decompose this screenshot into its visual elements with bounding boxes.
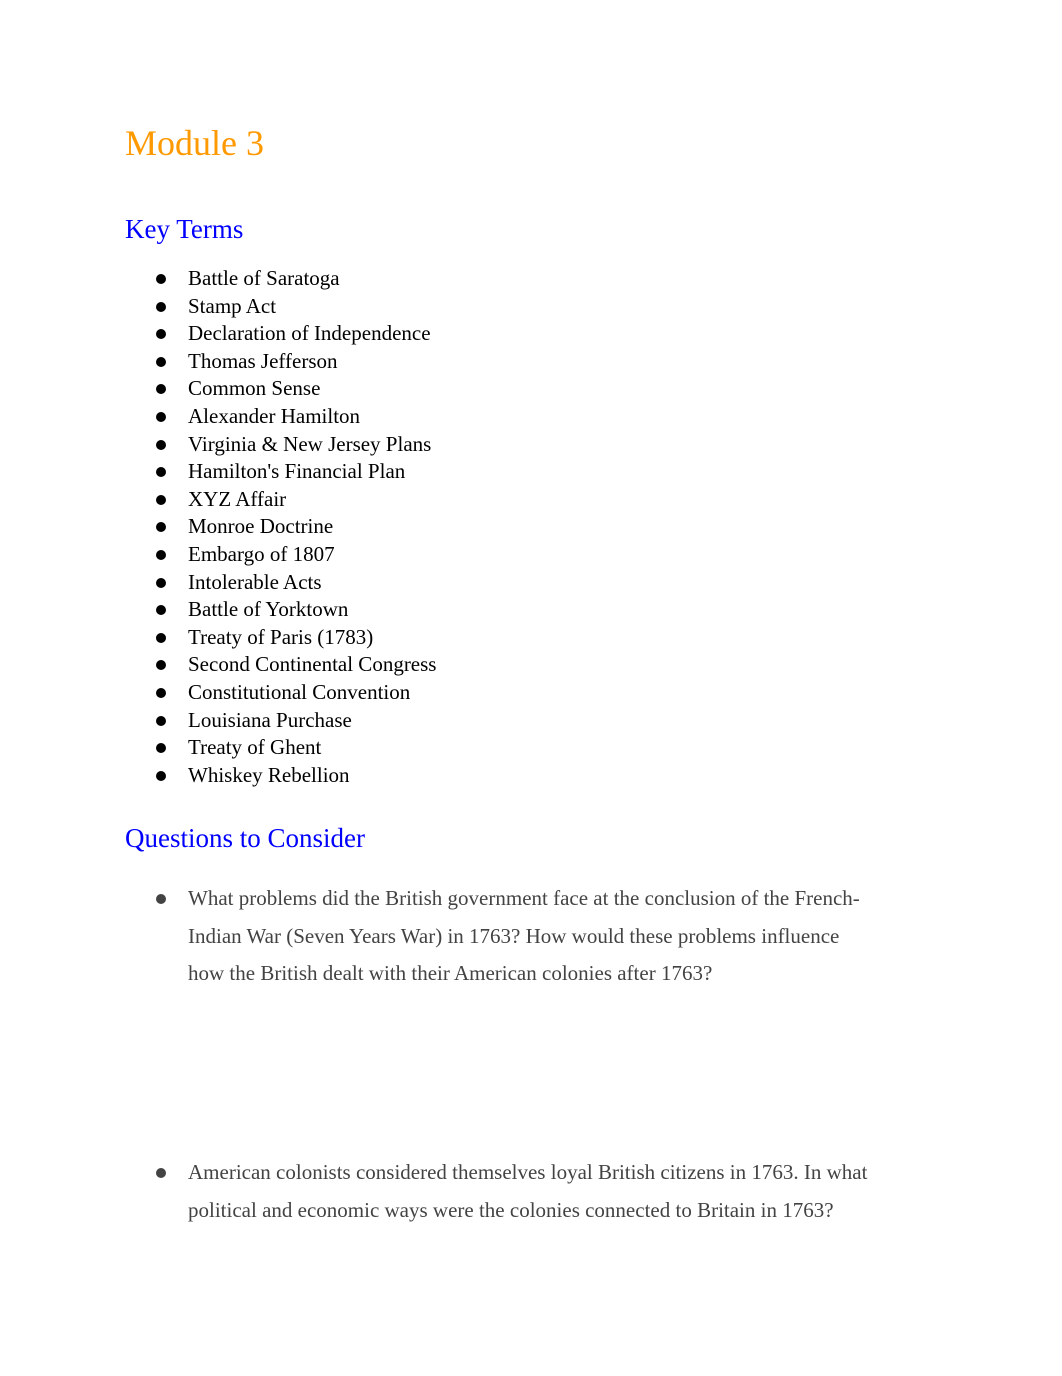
key-term-text: Embargo of 1807 — [188, 541, 335, 566]
key-terms-heading: Key Terms — [125, 214, 244, 244]
key-term-text: Hamilton's Financial Plan — [188, 459, 406, 484]
question-text: American colonists considered themselves… — [188, 1160, 868, 1222]
key-term-text: Thomas Jefferson — [188, 348, 338, 373]
bullet-icon — [156, 356, 166, 367]
key-term-text: Alexander Hamilton — [188, 403, 361, 428]
key-term-text: Louisiana Purchase — [188, 707, 352, 732]
key-term-text: Intolerable Acts — [188, 569, 322, 594]
key-term-text: Declaration of Independence — [188, 321, 431, 346]
bullet-icon — [156, 274, 166, 284]
bullet-icon — [156, 549, 166, 560]
bullet-icon — [156, 715, 166, 726]
bullet-icon — [156, 632, 166, 643]
key-term-text: Second Continental Congress — [188, 652, 437, 677]
key-term-text: Stamp Act — [188, 293, 277, 318]
question-text: What problems did the British government… — [188, 886, 860, 985]
key-term-text: Treaty of Paris (1783) — [188, 624, 374, 649]
bullet-icon — [156, 522, 166, 533]
bullet-icon — [156, 577, 166, 588]
document-page: Module 3 Key Terms Battle of Saratoga Sta… — [0, 0, 1062, 1376]
key-term-text: Battle of Yorktown — [188, 597, 349, 622]
bullet-icon — [156, 770, 166, 781]
bullet-icon — [156, 687, 166, 698]
key-term-text: XYZ Affair — [188, 486, 287, 511]
key-term-text: Treaty of Ghent — [188, 735, 322, 760]
bullet-icon — [156, 494, 166, 505]
bullet-icon — [156, 301, 166, 312]
bullet-icon — [156, 605, 166, 616]
bullet-icon — [156, 467, 166, 478]
bullet-icon — [156, 329, 166, 340]
questions-heading: Questions to Consider — [125, 823, 365, 853]
bullet-icon — [156, 384, 166, 395]
document-title: Module 3 — [125, 123, 264, 163]
bullet-icon — [156, 1168, 166, 1178]
bullet-icon — [156, 439, 166, 450]
key-term-text: Common Sense — [188, 376, 321, 401]
key-term-text: Virginia & New Jersey Plans — [188, 431, 432, 456]
bullet-icon — [156, 411, 166, 422]
key-term-text: Battle of Saratoga — [188, 266, 340, 290]
bullet-icon — [156, 894, 166, 904]
key-term-text: Whiskey Rebellion — [188, 762, 350, 787]
bullet-icon — [156, 743, 166, 754]
key-term-text: Monroe Doctrine — [188, 514, 334, 539]
key-term-text: Constitutional Convention — [188, 679, 411, 704]
bullet-icon — [156, 660, 166, 671]
